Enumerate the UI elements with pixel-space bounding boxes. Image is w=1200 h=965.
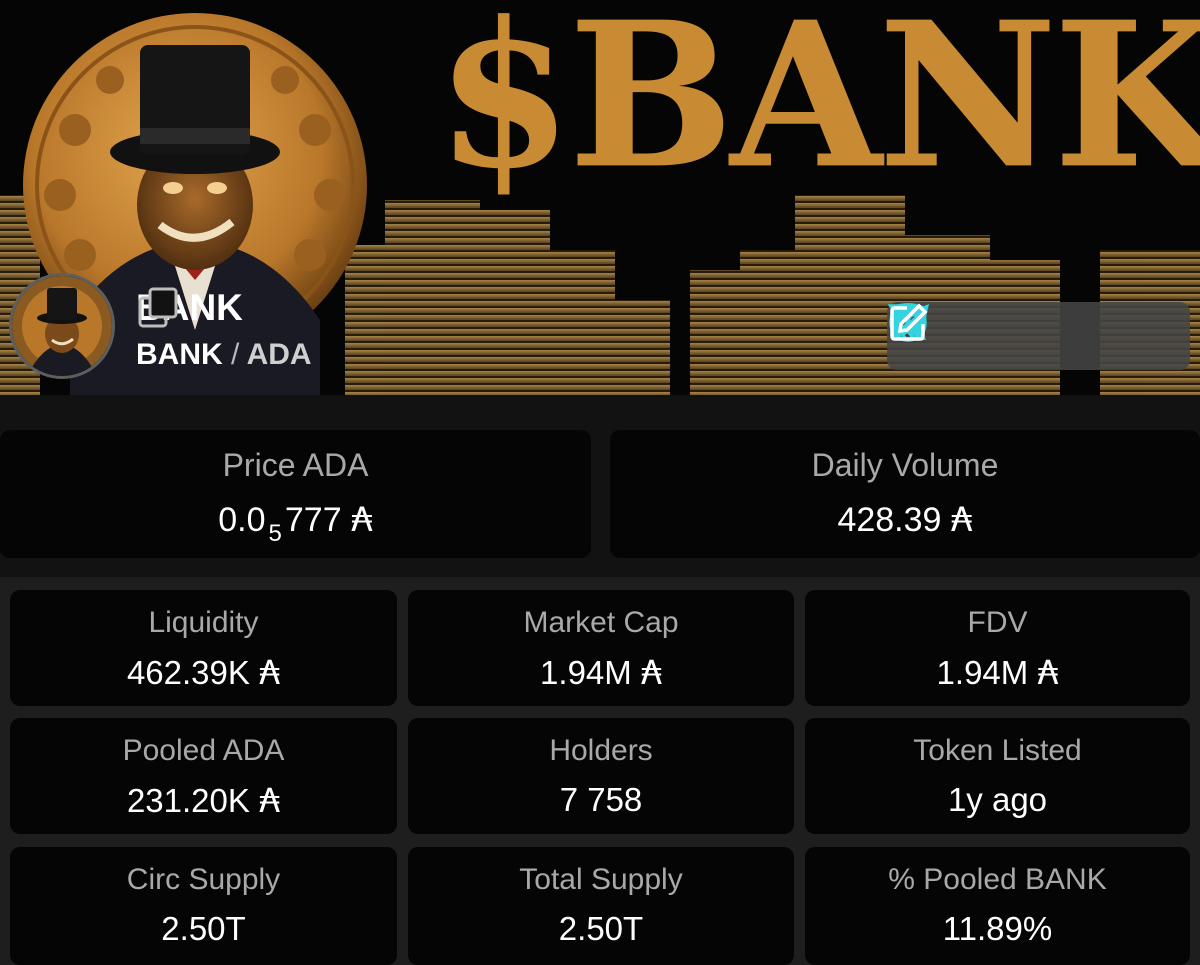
ada-symbol: ₳ xyxy=(640,653,662,692)
price-value: 0.0 5777 ₳ xyxy=(218,500,373,547)
token-avatar xyxy=(9,273,115,379)
stat-card: % Pooled BANK 11.89% xyxy=(805,847,1190,965)
ada-symbol: ₳ xyxy=(259,781,281,820)
price-zero-count: 5 xyxy=(268,520,282,547)
stat-value: 1.94M ₳ xyxy=(540,653,662,692)
social-links-bar xyxy=(887,302,1190,370)
daily-volume-card: Daily Volume 428.39 ₳ xyxy=(610,430,1200,558)
stat-value: 1y ago xyxy=(947,781,1048,818)
stat-label: % Pooled BANK xyxy=(888,863,1107,896)
stat-label: Market Cap xyxy=(523,606,679,639)
stat-card: Circ Supply 2.50T xyxy=(10,847,397,965)
stat-card: Token Listed 1y ago xyxy=(805,718,1190,834)
stat-label: Token Listed xyxy=(913,734,1082,767)
stat-value: 231.20K ₳ xyxy=(126,781,281,820)
price-card: Price ADA 0.0 5777 ₳ xyxy=(0,430,591,558)
stat-card: Pooled ADA 231.20K ₳ xyxy=(10,718,397,834)
stat-value: 7 758 xyxy=(559,781,643,818)
copy-icon[interactable] xyxy=(138,286,305,330)
stat-card: Total Supply 2.50T xyxy=(408,847,794,965)
ada-symbol: ₳ xyxy=(1037,653,1059,692)
stat-value: 2.50T xyxy=(558,910,644,947)
ada-symbol: ₳ xyxy=(351,500,373,540)
stat-value: 1.94M ₳ xyxy=(936,653,1059,692)
token-banner: $BANK BANK BANK / ADA xyxy=(0,0,1200,395)
stat-label: FDV xyxy=(967,606,1028,639)
discord-icon[interactable] xyxy=(889,303,1061,359)
pair-base: BANK xyxy=(136,338,223,371)
pair-quote: ADA xyxy=(246,338,312,371)
stat-label: Circ Supply xyxy=(126,863,281,896)
stat-card: Holders 7 758 xyxy=(408,718,794,834)
pair-separator: / xyxy=(231,338,240,371)
daily-volume-value: 428.39 ₳ xyxy=(837,500,973,540)
stat-value: 11.89% xyxy=(942,910,1053,947)
stat-label: Pooled ADA xyxy=(122,734,285,767)
ada-symbol: ₳ xyxy=(950,500,973,540)
price-label: Price ADA xyxy=(222,447,369,483)
stat-card: Liquidity 462.39K ₳ xyxy=(10,590,397,706)
telegram-icon[interactable] xyxy=(889,304,1120,359)
banner-title: $BANK xyxy=(436,0,1200,214)
stat-label: Total Supply xyxy=(519,863,683,896)
stat-card: FDV 1.94M ₳ xyxy=(805,590,1190,706)
edit-icon[interactable] xyxy=(890,303,1178,359)
stat-label: Liquidity xyxy=(148,606,259,639)
stat-value: 2.50T xyxy=(161,910,246,947)
x-icon[interactable] xyxy=(887,304,1003,359)
token-pair: BANK / ADA xyxy=(136,338,312,372)
stat-value: 462.39K ₳ xyxy=(126,653,281,692)
stat-card: Market Cap 1.94M ₳ xyxy=(408,590,794,706)
token-name-row: BANK xyxy=(136,286,305,330)
ada-symbol: ₳ xyxy=(259,653,281,692)
daily-volume-label: Daily Volume xyxy=(811,447,999,483)
stat-label: Holders xyxy=(549,734,653,767)
